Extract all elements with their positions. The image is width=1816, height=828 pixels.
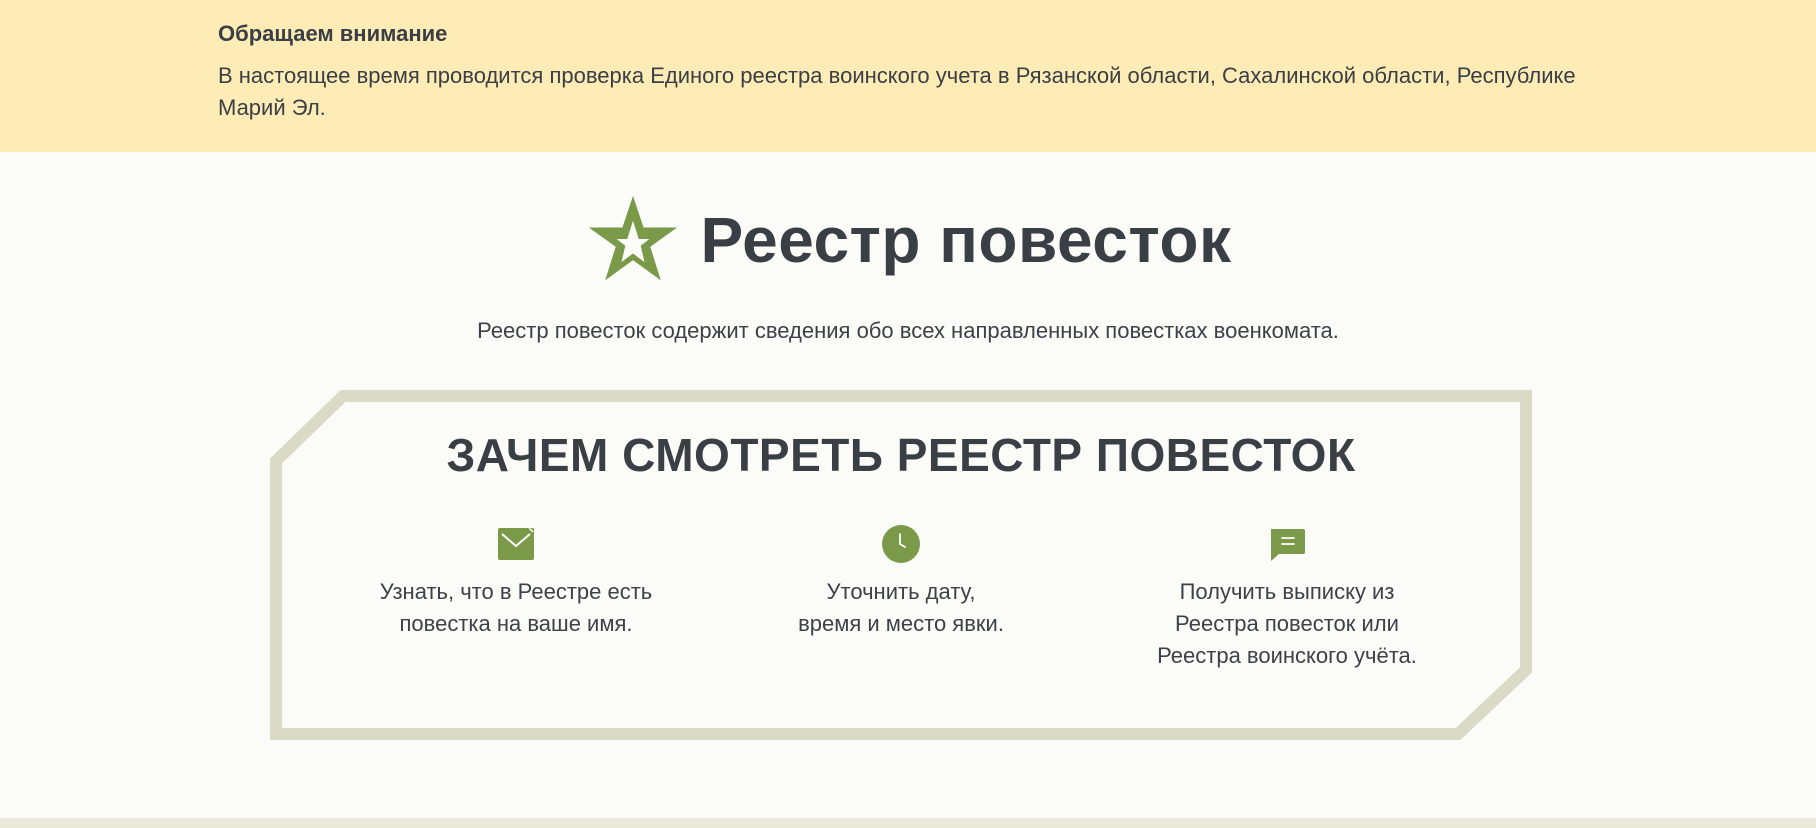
clock-icon (882, 525, 920, 563)
feature-item-extract: Получить выписку из Реестра повесток или… (1117, 524, 1457, 672)
star-logo-icon (588, 195, 677, 281)
page-title: Реестр повесток (700, 204, 1232, 276)
why-section-title: ЗАЧЕМ СМОТРЕТЬ РЕЕСТР ПОВЕСТОК (446, 429, 1356, 481)
feature-text: Получить выписку из Реестра повесток или… (1157, 579, 1417, 668)
chat-message-icon (1271, 529, 1305, 561)
feature-text: Узнать, что в Реестре есть повестка на в… (379, 579, 653, 636)
notice-text: В настоящее время проводится проверка Ед… (218, 63, 1576, 120)
notice-banner: Обращаем внимание В настоящее время пров… (0, 0, 1816, 152)
notice-content: Обращаем внимание В настоящее время пров… (218, 20, 1638, 124)
hero-header: Реестр повесток (0, 190, 1816, 290)
feature-item-date-check: Уточнить дату, время и место явки. (731, 524, 1071, 640)
section-divider (0, 818, 1816, 828)
feature-item-notice-check: Узнать, что в Реестре есть повестка на в… (346, 524, 686, 640)
features-list: Узнать, что в Реестре есть повестка на в… (0, 524, 1816, 684)
page-subtitle: Реестр повесток содержит сведения обо вс… (477, 318, 1339, 343)
notice-title: Обращаем внимание (218, 21, 448, 46)
envelope-check-icon (498, 527, 534, 560)
feature-text: Уточнить дату, время и место явки. (798, 579, 1004, 636)
